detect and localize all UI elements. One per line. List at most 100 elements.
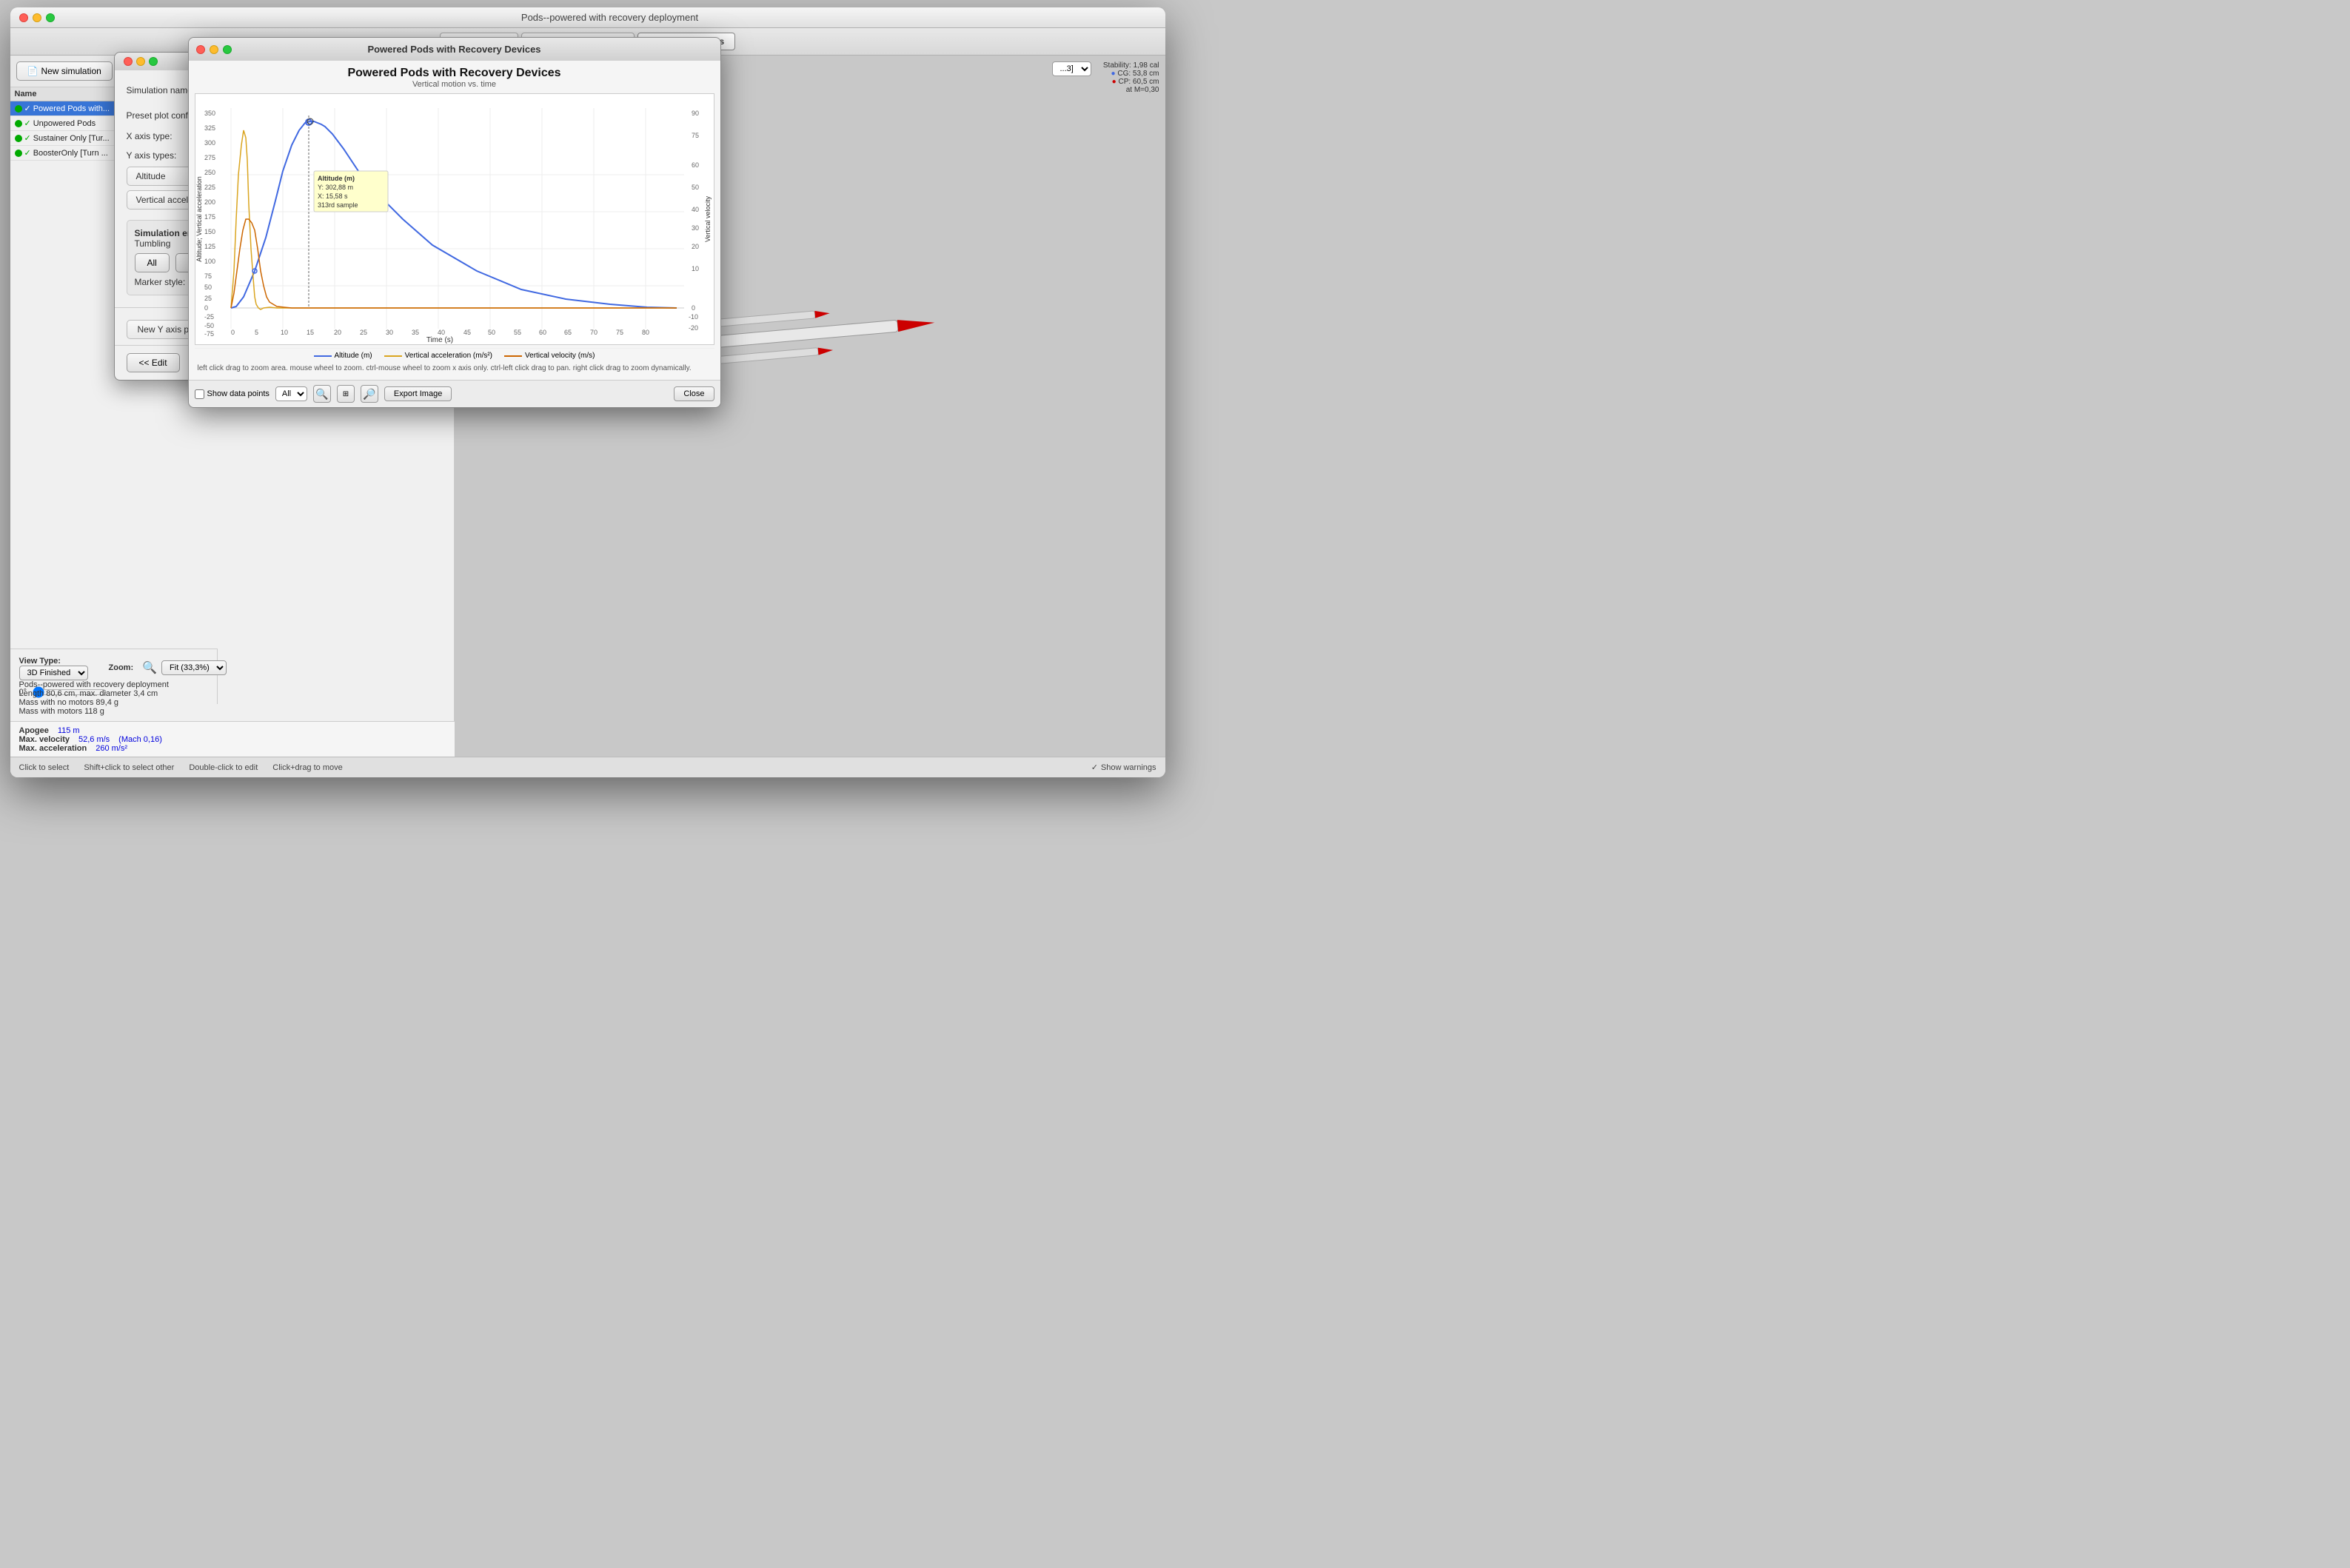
chart-svg: 350 325 300 275 250 225 200 175 150 125 … [195,94,714,344]
svg-text:60: 60 [692,161,699,169]
show-data-points[interactable]: Show data points [195,389,270,399]
minimize-button[interactable] [33,13,41,22]
new-simulation-button[interactable]: 📄 New simulation [16,61,113,81]
svg-text:-25: -25 [204,313,214,321]
checkmark-icon: ✓ [1091,763,1098,772]
rocket-mass-no-motors: Mass with no motors 89,4 g [19,698,212,707]
zoom-out-button[interactable]: 🔎 [361,385,378,403]
svg-text:325: 325 [204,124,215,132]
show-warnings-toggle[interactable]: ✓ Show warnings [1091,763,1156,772]
svg-text:50: 50 [692,184,699,191]
svg-text:-50: -50 [204,322,214,329]
dialog-close-traffic[interactable] [124,57,133,66]
chart-traffic-lights [196,45,232,54]
main-window: Pods--powered with recovery deployment R… [10,7,1165,777]
chart-footer: Show data points All 🔍 ⊞ 🔎 Export Image … [189,380,720,407]
legend-velocity-line [504,355,522,357]
svg-text:40: 40 [438,329,445,336]
svg-text:10: 10 [281,329,288,336]
svg-text:225: 225 [204,184,215,191]
svg-text:125: 125 [204,243,215,250]
stability-value: Stability: 1,98 cal [1103,61,1159,70]
svg-text:200: 200 [204,198,215,206]
all-select[interactable]: All [275,386,307,401]
edit-back-button[interactable]: << Edit [127,353,180,372]
svg-text:25: 25 [360,329,367,336]
config-select[interactable]: ...3] [1052,61,1091,76]
svg-text:300: 300 [204,139,215,147]
svg-text:75: 75 [616,329,623,336]
max-velocity-value: 52,6 m/s [78,735,110,744]
svg-text:60: 60 [539,329,546,336]
svg-text:70: 70 [590,329,597,336]
svg-text:350: 350 [204,110,215,117]
titlebar: Pods--powered with recovery deployment [10,7,1165,28]
new-sim-icon: 📄 [27,66,39,76]
svg-text:Altitude; Vertical acceleratio: Altitude; Vertical acceleration [195,176,203,262]
legend-accel: Vertical acceleration (m/s²) [384,352,492,360]
chart-min-traffic[interactable] [210,45,218,54]
maximize-button[interactable] [46,13,55,22]
status-bar: Click to select Shift+click to select ot… [10,757,1165,777]
hint-drag: Click+drag to move [272,763,342,772]
zoom-fit-button[interactable]: ⊞ [337,385,355,403]
svg-text:40: 40 [692,206,699,213]
rocket-mass-motors: Mass with motors 118 g [19,707,212,716]
chart-legend: Altitude (m) Vertical acceleration (m/s²… [195,348,714,363]
hint-click: Click to select [19,763,70,772]
svg-text:0: 0 [231,329,235,336]
zoom-select[interactable]: Fit (33,3%) [161,660,227,675]
svg-text:-10: -10 [689,313,698,321]
rocket-desc: Pods--powered with recovery deployment L… [10,677,221,719]
legend-accel-label: Vertical acceleration (m/s²) [405,352,492,360]
legend-accel-line [384,355,402,357]
svg-text:100: 100 [204,258,215,265]
chart-subtitle: Vertical motion vs. time [195,80,714,89]
zoom-icon[interactable]: 🔍 [142,660,157,675]
chart-max-traffic[interactable] [223,45,232,54]
chart-close-traffic[interactable] [196,45,205,54]
chart-close-button[interactable]: Close [674,386,714,401]
traffic-lights [19,13,55,22]
legend-velocity-label: Vertical velocity (m/s) [525,352,595,360]
svg-text:-20: -20 [689,324,698,332]
view-type-label: View Type: [19,657,61,666]
svg-text:Time (s): Time (s) [426,336,452,344]
svg-text:15: 15 [307,329,314,336]
apogee-label: Apogee [19,726,49,735]
show-data-points-label: Show data points [207,389,270,398]
svg-text:0: 0 [692,304,695,312]
show-data-points-checkbox[interactable] [195,389,204,399]
cp-value: CP: 60,5 cm [1118,78,1159,86]
dialog-min-traffic[interactable] [136,57,145,66]
rocket-title: Pods--powered with recovery deployment [19,680,212,689]
chart-area[interactable]: 350 325 300 275 250 225 200 175 150 125 … [195,93,714,345]
apogee-panel: Apogee 115 m Max. velocity 52,6 m/s (Mac… [10,721,455,757]
chart-body: Powered Pods with Recovery Devices Verti… [189,61,720,380]
svg-text:150: 150 [204,228,215,235]
svg-text:25: 25 [204,295,212,302]
hint-dbl: Double-click to edit [189,763,258,772]
show-warnings-label: Show warnings [1101,763,1156,772]
svg-text:20: 20 [692,243,699,250]
close-button[interactable] [19,13,28,22]
chart-main-title: Powered Pods with Recovery Devices [195,67,714,80]
svg-text:20: 20 [334,329,341,336]
svg-text:0: 0 [204,304,208,312]
svg-text:75: 75 [692,132,699,139]
max-velocity-mach: (Mach 0,16) [118,735,162,744]
chart-titlebar: Powered Pods with Recovery Devices [189,38,720,61]
svg-text:X: 15,58 s: X: 15,58 s [318,192,348,200]
svg-text:10: 10 [692,265,699,272]
zoom-in-button[interactable]: 🔍 [313,385,331,403]
svg-text:275: 275 [204,154,215,161]
legend-velocity: Vertical velocity (m/s) [504,352,595,360]
svg-text:50: 50 [204,284,212,291]
apogee-value: 115 m [58,726,80,735]
max-accel-label: Max. acceleration [19,744,87,753]
svg-text:175: 175 [204,213,215,221]
config-dropdown[interactable]: ...3] [1052,61,1091,76]
export-image-button[interactable]: Export Image [384,386,452,401]
dialog-max-traffic[interactable] [149,57,158,66]
all-button[interactable]: All [135,253,170,272]
